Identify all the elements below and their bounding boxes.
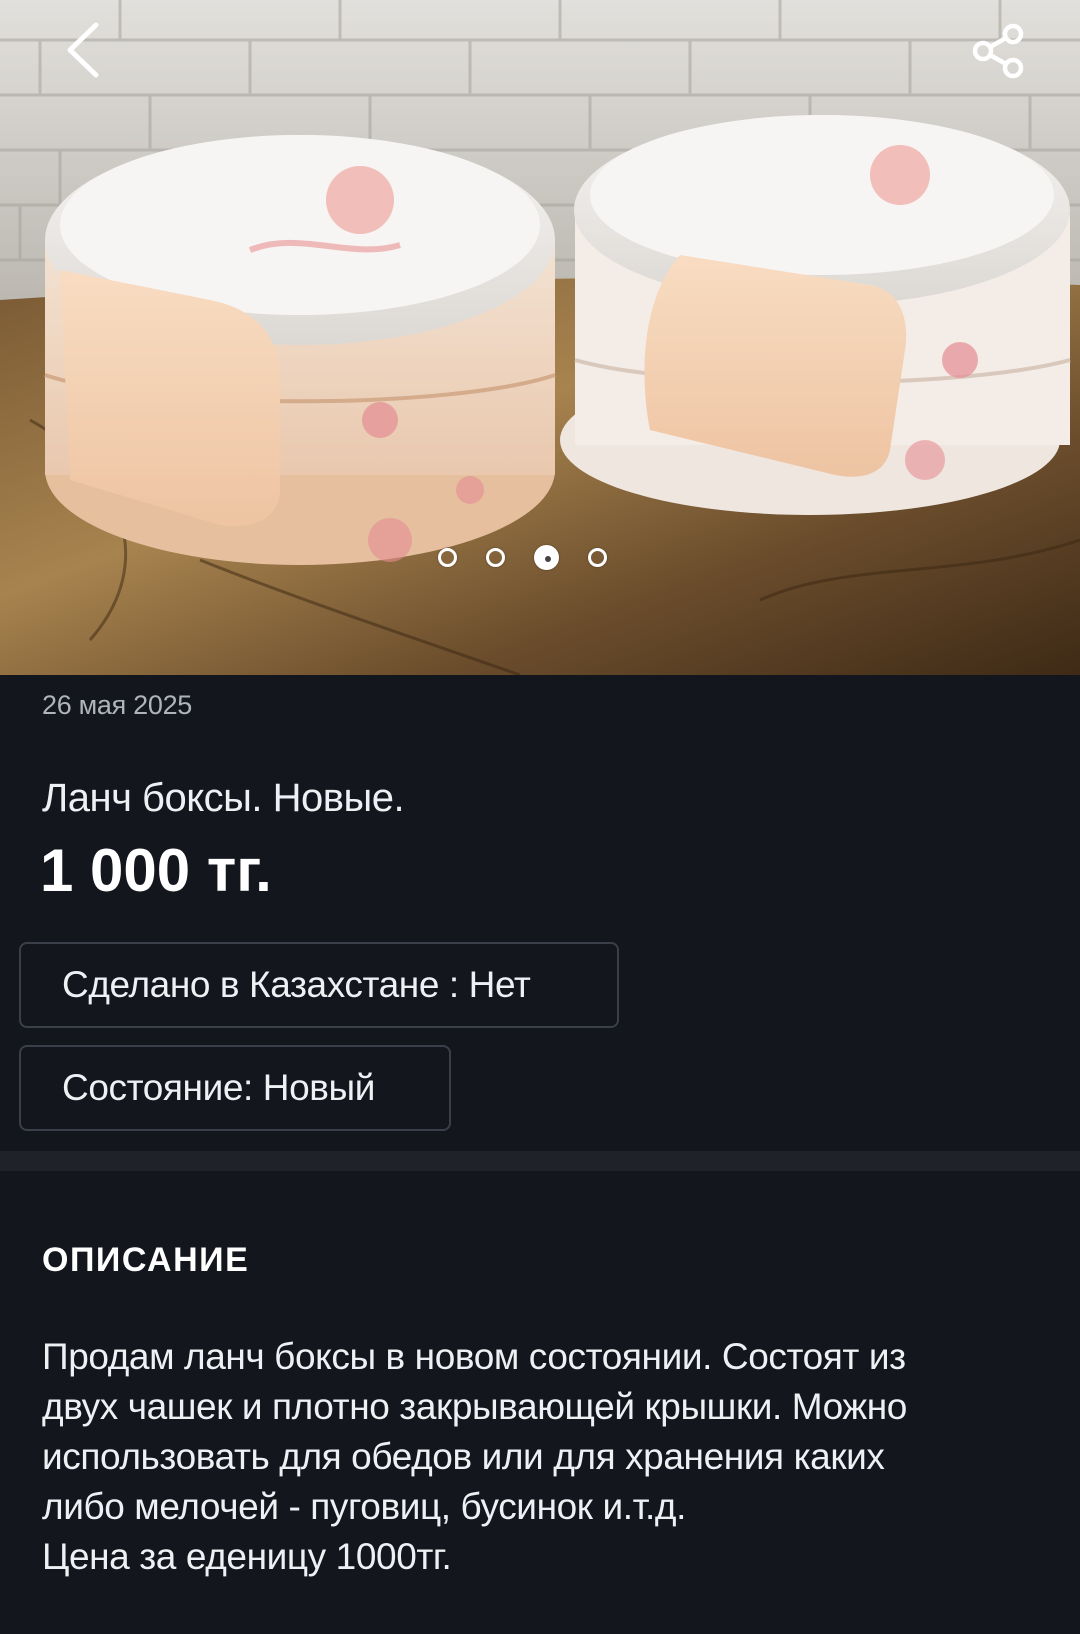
description-line: двух чашек и плотно закрывающей крышки. …	[42, 1386, 907, 1427]
section-divider	[0, 1151, 1080, 1171]
description-line: Цена за еденицу 1000тг.	[42, 1536, 452, 1577]
description-line: либо мелочей - пуговиц, бусинок и.т.д.	[42, 1486, 686, 1527]
gallery-dot-active[interactable]	[534, 544, 559, 570]
description-text: Продам ланч боксы в новом состоянии. Сос…	[42, 1332, 1052, 1582]
gallery-dot[interactable]	[486, 547, 505, 567]
description-line: использовать для обедов или для хранения…	[42, 1436, 885, 1477]
listing-page: 26 мая 2025 Ланч боксы. Новые. 1 000 тг.…	[0, 0, 1080, 1634]
attribute-chip-made-in-kazakhstan: Сделано в Казахстане : Нет	[19, 942, 619, 1028]
listing-date: 26 мая 2025	[42, 690, 192, 720]
chevron-left-icon	[67, 22, 99, 78]
attribute-label: Состояние: Новый	[62, 1067, 375, 1108]
gallery-dot[interactable]	[588, 547, 607, 567]
gallery-dot[interactable]	[438, 547, 457, 567]
product-photo	[0, 0, 1080, 675]
share-icon	[972, 23, 1024, 79]
back-button[interactable]	[52, 18, 112, 82]
listing-title: Ланч боксы. Новые.	[42, 776, 405, 820]
description-heading: ОПИСАНИЕ	[42, 1241, 250, 1279]
share-button[interactable]	[966, 18, 1032, 84]
gallery-pagination	[438, 544, 607, 570]
description-line: Продам ланч боксы в новом состоянии. Сос…	[42, 1336, 906, 1377]
attribute-chip-condition: Состояние: Новый	[19, 1045, 451, 1131]
photo-gallery[interactable]	[0, 0, 1080, 675]
attribute-label: Сделано в Казахстане : Нет	[62, 964, 531, 1005]
listing-price: 1 000 тг.	[40, 837, 272, 904]
